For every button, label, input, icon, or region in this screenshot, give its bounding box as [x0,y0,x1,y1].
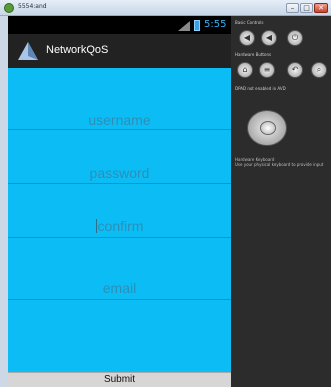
app-title: NetworkQoS [46,44,109,56]
signal-icon [178,21,190,31]
dpad-center-button[interactable] [260,121,276,135]
home-icon[interactable]: ⌂ [237,62,253,78]
emulator-controls-panel: Basic Controls ◀ ◀ ⏻ Hardware Buttons ⌂ … [231,16,331,387]
hardware-keyboard-info: Hardware Keyboard Use your physical keyb… [235,157,329,167]
dpad-title: DPAD not enabled in AVD [235,86,286,91]
battery-icon [194,20,200,31]
keyboard-hint: Use your physical keyboard to provide in… [235,162,324,167]
menu-icon[interactable]: ≡ [259,62,275,78]
confirm-placeholder: confirm [97,218,144,234]
confirm-field-content: confirm [8,184,231,234]
volume-up-icon[interactable]: ◀ [261,30,277,46]
password-field[interactable]: password [8,130,231,184]
password-placeholder: password [89,165,150,181]
action-bar: NetworkQoS [8,34,231,68]
app-logo-icon [18,42,38,60]
email-field[interactable]: email [8,238,231,300]
window-title: 5554:and [18,3,47,10]
hardware-buttons-title: Hardware Buttons [235,52,272,57]
status-clock: 5:55 [204,19,227,30]
window-titlebar: 5554:and – □ ✕ [0,0,331,16]
power-icon[interactable]: ⏻ [287,30,303,46]
basic-controls-title: Basic Controls [235,20,264,25]
back-icon[interactable]: ↶ [287,62,303,78]
username-placeholder: username [88,112,151,128]
username-field[interactable]: username [8,68,231,130]
close-button[interactable]: ✕ [314,3,328,13]
device-screen: 5:55 NetworkQoS username password confir… [8,16,231,387]
emulator-window: 5554:and – □ ✕ 5:55 NetworkQoS username … [0,0,331,387]
volume-down-icon[interactable]: ◀ [239,30,255,46]
submit-button[interactable]: Submit [8,372,231,387]
search-icon[interactable]: ⌕ [311,62,327,78]
email-placeholder: email [102,280,137,296]
maximize-button[interactable]: □ [300,3,313,13]
emulator-app-icon [4,3,14,13]
signup-form: username password confirm email [8,68,231,372]
status-bar: 5:55 [8,16,231,34]
minimize-button[interactable]: – [286,3,299,13]
confirm-field[interactable]: confirm [8,184,231,238]
text-cursor [95,219,97,233]
dpad-control[interactable] [247,110,287,146]
